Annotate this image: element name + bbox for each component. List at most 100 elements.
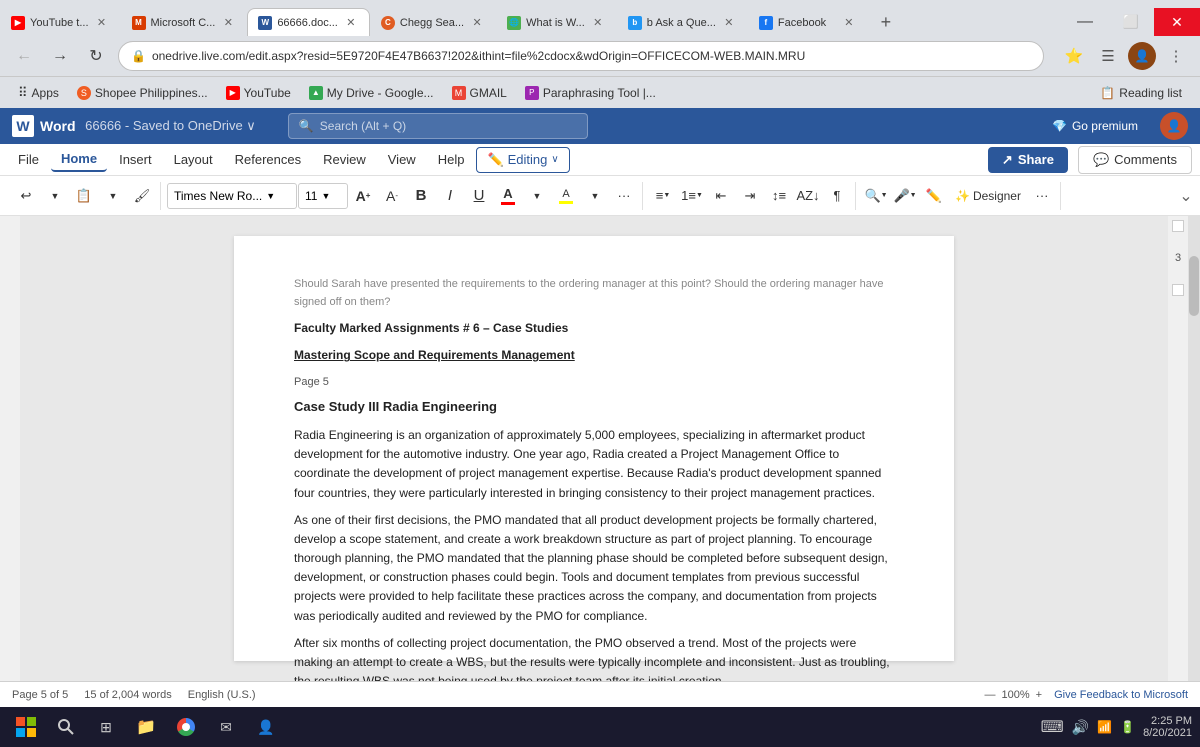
decrease-font-button[interactable]: A- (378, 182, 406, 210)
new-tab-button[interactable]: + (872, 8, 900, 36)
start-button[interactable] (8, 709, 44, 745)
menu-references[interactable]: References (225, 148, 311, 171)
scroll-marker-top[interactable] (1172, 220, 1184, 232)
file-explorer-button[interactable]: 📁 (128, 709, 164, 745)
chrome-button[interactable] (168, 709, 204, 745)
dictate-button[interactable]: 🎤▼ (891, 182, 919, 210)
tab-word-doc[interactable]: W 66666.doc... ✕ (247, 8, 370, 36)
reading-list-button[interactable]: 📋 Reading list (1092, 83, 1190, 103)
menu-view[interactable]: View (378, 148, 426, 171)
task-view-button[interactable]: ⊞ (88, 709, 124, 745)
tab-askque[interactable]: b b Ask a Que... ✕ (617, 8, 748, 36)
menu-help[interactable]: Help (428, 148, 475, 171)
clipboard-dropdown[interactable]: ▼ (99, 182, 127, 210)
bookmark-apps[interactable]: ⠿ Apps (10, 82, 67, 104)
youtube-favicon: ▶ (11, 16, 25, 30)
font-family-selector[interactable]: Times New Ro... ▼ (167, 183, 297, 209)
paragraph-spacing-button[interactable]: ↕≡ (765, 182, 793, 210)
apps-grid-icon: ⠿ (18, 85, 28, 101)
bookmark-drive[interactable]: ▲ My Drive - Google... (301, 83, 442, 103)
comments-button[interactable]: 💬 Comments (1078, 146, 1192, 174)
numbering-button[interactable]: 1≡▼ (678, 182, 706, 210)
url-bar[interactable]: 🔒 onedrive.live.com/edit.aspx?resid=5E97… (118, 41, 1044, 71)
bullets-button[interactable]: ≡▼ (649, 182, 677, 210)
tab-whatis-close[interactable]: ✕ (590, 15, 606, 31)
editor-button[interactable]: ✏️ (920, 182, 948, 210)
decrease-indent-button[interactable]: ⇤ (707, 182, 735, 210)
menu-home[interactable]: Home (51, 147, 107, 172)
show-para-button[interactable]: ¶ (823, 182, 851, 210)
person-button[interactable]: 👤 (248, 709, 284, 745)
clipboard-button[interactable]: 📋 (70, 182, 98, 210)
tab-youtube[interactable]: ▶ YouTube t... ✕ (0, 8, 121, 36)
tab-askque-close[interactable]: ✕ (721, 15, 737, 31)
more-toolbar-button[interactable]: ··· (1028, 182, 1056, 210)
share-button[interactable]: ↗ Share (988, 147, 1068, 173)
collections-icon[interactable]: ☰ (1094, 42, 1122, 70)
menu-review[interactable]: Review (313, 148, 376, 171)
tab-youtube-close[interactable]: ✕ (94, 15, 110, 31)
maximize-button[interactable]: ⬜ (1108, 8, 1154, 36)
zoom-in-button[interactable]: + (1036, 689, 1042, 701)
sort-button[interactable]: AZ↓ (794, 182, 822, 210)
increase-font-button[interactable]: A+ (349, 182, 377, 210)
doc-subtitle: Mastering Scope and Requirements Managem… (294, 346, 894, 365)
search-taskbar-button[interactable] (48, 709, 84, 745)
bookmark-paraphrasing[interactable]: P Paraphrasing Tool |... (517, 83, 664, 103)
menu-layout[interactable]: Layout (164, 148, 223, 171)
profile-avatar[interactable]: 👤 (1128, 42, 1156, 70)
undo-dropdown[interactable]: ▼ (41, 182, 69, 210)
more-font-button[interactable]: ··· (610, 182, 638, 210)
bookmark-gmail[interactable]: M GMAIL (444, 83, 515, 103)
menu-insert[interactable]: Insert (109, 148, 162, 171)
feedback-label[interactable]: Give Feedback to Microsoft (1054, 689, 1188, 701)
go-premium-button[interactable]: 💎 Go premium (1042, 115, 1148, 137)
close-button[interactable]: ✕ (1154, 8, 1200, 36)
document-content-wrap[interactable]: Should Sarah have presented the requirem… (20, 216, 1168, 681)
highlight-button[interactable]: A (552, 182, 580, 210)
search-replace-button[interactable]: 🔍▼ (862, 182, 890, 210)
mail-button[interactable]: ✉ (208, 709, 244, 745)
scrollbar-thumb[interactable] (1189, 256, 1199, 316)
share-label: Share (1018, 152, 1054, 167)
tab-microsoft-close[interactable]: ✕ (220, 15, 236, 31)
taskbar: ⊞ 📁 ✉ 👤 ⌨ 🔊 📶 🔋 2:25 PM 8/20/2021 (0, 707, 1200, 747)
vertical-scrollbar[interactable] (1188, 216, 1200, 681)
designer-button[interactable]: ✨ Designer (949, 182, 1027, 210)
toolbar: ↩ ▼ 📋 ▼ 🖌 Times New Ro... ▼ 11 ▼ A+ A- B… (0, 176, 1200, 216)
tab-whatis[interactable]: 🌐 What is W... ✕ (496, 8, 617, 36)
zoom-out-button[interactable]: — (985, 689, 996, 701)
highlight-dropdown[interactable]: ▼ (581, 182, 609, 210)
header-avatar[interactable]: 👤 (1160, 112, 1188, 140)
settings-icon[interactable]: ⋮ (1162, 42, 1190, 70)
tab-chegg-close[interactable]: ✕ (469, 15, 485, 31)
tab-word-close[interactable]: ✕ (343, 15, 359, 31)
refresh-button[interactable]: ↻ (82, 42, 110, 70)
underline-button[interactable]: U (465, 182, 493, 210)
word-search-bar[interactable]: 🔍 Search (Alt + Q) (288, 113, 588, 139)
forward-button[interactable]: → (46, 42, 74, 70)
minimize-button[interactable]: — (1062, 8, 1108, 36)
editing-button[interactable]: ✏️ Editing ∨ (476, 147, 569, 173)
tab-chegg[interactable]: C Chegg Sea... ✕ (370, 8, 496, 36)
url-text: onedrive.live.com/edit.aspx?resid=5E9720… (152, 49, 1031, 63)
bookmark-youtube[interactable]: ▶ YouTube (218, 83, 299, 103)
tab-facebook[interactable]: f Facebook ✕ (748, 8, 868, 36)
back-button[interactable]: ← (10, 42, 38, 70)
scroll-marker-bottom[interactable] (1172, 284, 1184, 296)
toolbar-collapse-button[interactable]: ⌄ (1180, 186, 1192, 206)
search-bar-icon[interactable]: ⭐ (1060, 42, 1088, 70)
font-color-dropdown[interactable]: ▼ (523, 182, 551, 210)
tab-microsoft[interactable]: M Microsoft C... ✕ (121, 8, 248, 36)
chegg-favicon: C (381, 16, 395, 30)
bold-button[interactable]: B (407, 182, 435, 210)
bookmark-shopee[interactable]: S Shopee Philippines... (69, 83, 216, 103)
format-painter-button[interactable]: 🖌 (128, 182, 156, 210)
menu-file[interactable]: File (8, 148, 49, 171)
increase-indent-button[interactable]: ⇥ (736, 182, 764, 210)
font-size-selector[interactable]: 11 ▼ (298, 183, 348, 209)
tab-facebook-close[interactable]: ✕ (841, 15, 857, 31)
italic-button[interactable]: I (436, 182, 464, 210)
font-color-button[interactable]: A (494, 182, 522, 210)
undo-button[interactable]: ↩ (12, 182, 40, 210)
